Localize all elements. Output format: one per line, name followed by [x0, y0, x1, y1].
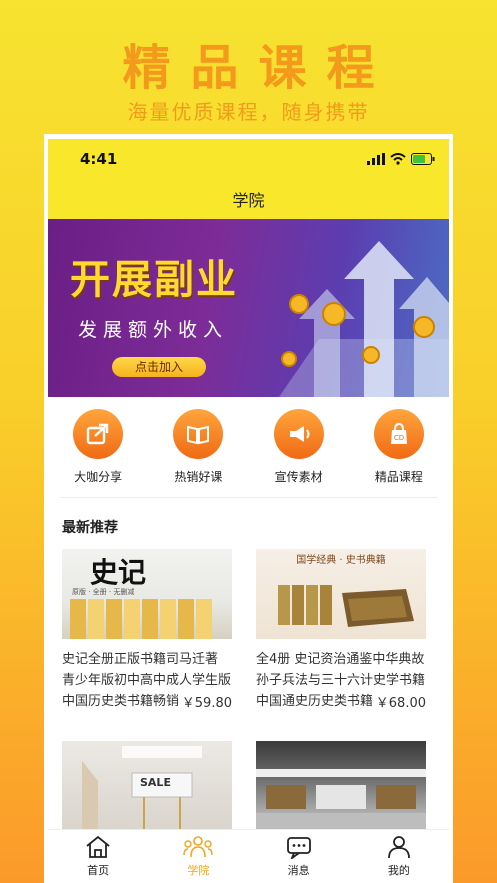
- product-image: 国学经典 · 史书典籍: [256, 549, 426, 639]
- wifi-icon: [390, 153, 406, 165]
- product-image: 史记 原版 · 全册 · 无删减: [62, 549, 232, 639]
- share-icon: [73, 409, 124, 459]
- book-box-illustration: [278, 585, 414, 627]
- tab-label: 我的: [387, 864, 410, 877]
- course-bag-icon: CD: [373, 409, 424, 459]
- product-card[interactable]: 史记 原版 · 全册 · 无删减 史记全册正版书籍司马迁著 青少年版初中高中成人…: [62, 549, 232, 732]
- academy-icon: [183, 836, 214, 858]
- store-interior-illustration: [256, 769, 426, 831]
- quick-menu-item-materials[interactable]: 宣传素材: [254, 409, 344, 489]
- cover-title: SALE: [140, 776, 171, 789]
- tab-label: 首页: [87, 864, 110, 877]
- book-set-illustration: [70, 599, 212, 639]
- tab-bar: 首页 学院 消息 我的: [48, 829, 449, 883]
- quick-menu-item-share[interactable]: 大咖分享: [53, 409, 143, 489]
- promo-banner[interactable]: 开展副业 发展额外收入 点击加入: [48, 219, 449, 397]
- tab-academy[interactable]: 学院: [168, 835, 228, 878]
- message-icon: [286, 837, 311, 859]
- tab-profile[interactable]: 我的: [369, 835, 429, 878]
- system-icons: [367, 153, 435, 165]
- banner-subtitle: 发展额外收入: [78, 319, 229, 341]
- quick-menu: 大咖分享 热销好课 宣传素材 CD 精品课程: [48, 409, 449, 489]
- section-title: 最新推荐: [62, 520, 118, 536]
- tab-label: 学院: [187, 864, 210, 877]
- page-title: 学院: [232, 191, 265, 210]
- quick-menu-label: 精品课程: [374, 470, 423, 484]
- megaphone-icon: [273, 409, 324, 459]
- product-price: ￥59.80: [177, 692, 232, 711]
- profile-icon: [387, 836, 410, 859]
- status-bar: 4:41: [48, 139, 449, 179]
- quick-menu-item-hot-courses[interactable]: 热销好课: [153, 409, 243, 489]
- product-card[interactable]: 国学经典 · 史书典籍 全4册 史记资治通鉴中华典故孙子兵法与三十六计史学书籍中…: [256, 549, 426, 732]
- tab-messages[interactable]: 消息: [269, 835, 329, 878]
- product-card[interactable]: SALE: [62, 741, 232, 831]
- tab-home[interactable]: 首页: [68, 835, 128, 878]
- svg-text:CD: CD: [394, 434, 404, 442]
- signal-icon: [367, 153, 385, 165]
- join-button[interactable]: 点击加入: [112, 357, 206, 377]
- quick-menu-label: 大咖分享: [74, 470, 123, 484]
- quick-menu-item-premium[interactable]: CD 精品课程: [354, 409, 444, 489]
- growth-arrows-illustration: [279, 241, 449, 397]
- quick-menu-label: 热销好课: [174, 470, 223, 484]
- quick-menu-label: 宣传素材: [274, 470, 323, 484]
- banner-title: 开展副业: [70, 256, 238, 303]
- product-image: [256, 741, 426, 831]
- promo-subtitle: 海量优质课程，随身携带: [127, 100, 370, 124]
- product-price: ￥68.00: [371, 692, 426, 711]
- home-icon: [86, 835, 110, 858]
- promo-title: 精品课程: [122, 40, 395, 96]
- phone-screen: 4:41 学院 开展副业 发展额外收入 点击加入 大咖分享 热销好课 宣传素材 …: [44, 134, 453, 883]
- status-time: 4:41: [80, 150, 118, 168]
- divider: [60, 497, 437, 498]
- product-card[interactable]: [256, 741, 426, 831]
- book-icon: [173, 409, 224, 459]
- battery-icon: [411, 153, 435, 165]
- tab-label: 消息: [287, 864, 310, 877]
- product-image: SALE: [62, 741, 232, 831]
- nav-bar: 学院: [48, 179, 449, 219]
